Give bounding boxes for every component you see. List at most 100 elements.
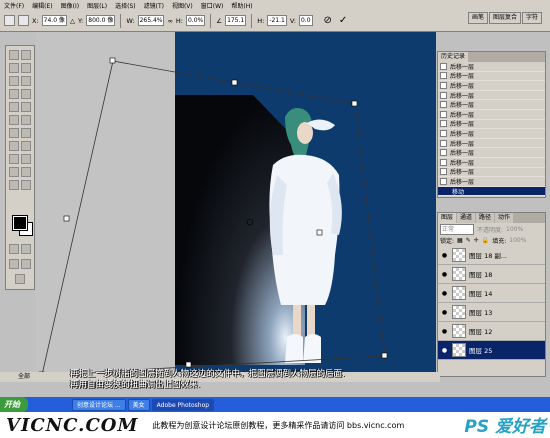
history-item[interactable]: 后移一层 — [438, 148, 545, 158]
history-checkbox[interactable] — [440, 139, 447, 147]
fill-label: 填充: — [492, 238, 507, 245]
history-item[interactable]: 后移一层 — [438, 158, 545, 168]
layer-thumbnail — [452, 286, 466, 300]
layer-row[interactable]: ● 图层 13 — [438, 303, 545, 322]
history-checkbox[interactable] — [440, 110, 447, 118]
fill-value[interactable]: 100% — [509, 237, 526, 244]
blur-tool-icon[interactable] — [9, 128, 19, 138]
history-item-label: 后移一层 — [450, 178, 475, 186]
brush-tool-icon[interactable] — [21, 89, 31, 99]
opacity-value[interactable]: 100% — [506, 226, 523, 233]
layers-blend-row: 正常 不透明度: 100% — [438, 223, 545, 235]
history-item[interactable]: 后移一层 — [438, 100, 545, 110]
zoom-tool-icon[interactable] — [21, 180, 31, 190]
layer-row[interactable]: ● 图层 18 副... — [438, 246, 545, 265]
layers-lock-row: 锁定: ▦ ✎ ✛ 🔒 填充: 100% — [438, 235, 545, 246]
pen-tool-icon[interactable] — [9, 154, 19, 164]
history-checkbox[interactable] — [440, 81, 447, 89]
eye-icon[interactable]: ● — [440, 290, 449, 297]
tab-channels[interactable]: 通道 — [457, 213, 476, 223]
history-item[interactable]: 后移一层 — [438, 120, 545, 130]
eraser-tool-icon[interactable] — [9, 115, 19, 125]
history-list: 后移一层 后移一层 后移一层 后移一层 后移一层 后移一层 后移一层 后移一层 后移一层 后移一层… — [438, 62, 545, 197]
layer-row[interactable]: ● 图层 14 — [438, 284, 545, 303]
history-item[interactable]: 后移一层 — [438, 129, 545, 139]
history-item[interactable]: 后移一层 — [438, 177, 545, 187]
eye-icon[interactable]: ● — [440, 252, 449, 259]
screen-mode-icon[interactable] — [9, 259, 19, 269]
history-checkbox[interactable] — [440, 91, 447, 99]
dodge-tool-icon[interactable] — [21, 128, 31, 138]
layer-row-selected[interactable]: ● 图层 25 — [438, 341, 545, 360]
blend-mode-select[interactable]: 正常 — [440, 223, 474, 235]
layer-row[interactable]: ● 图层 12 — [438, 322, 545, 341]
tutorial-footer: VICNC.COM 此教程为创意设计论坛原创教程，更多精采作品请访问 bbs.v… — [0, 412, 550, 438]
history-brush-icon[interactable] — [21, 102, 31, 112]
standard-mode-icon[interactable] — [9, 244, 19, 254]
eye-icon[interactable]: ● — [440, 271, 449, 278]
status-mode[interactable]: 全部 — [18, 373, 30, 380]
tab-actions[interactable]: 动作 — [495, 213, 514, 223]
eyedropper-tool-icon[interactable] — [21, 167, 31, 177]
history-item-selected[interactable]: 移动 — [438, 186, 545, 197]
tab-history[interactable]: 历史记录 — [438, 52, 469, 62]
type-tool-icon[interactable] — [21, 141, 31, 151]
lock-all-icon[interactable]: 🔒 — [482, 237, 489, 244]
history-checkbox[interactable] — [440, 101, 447, 109]
history-item[interactable]: 后移一层 — [438, 168, 545, 178]
foreground-color-swatch[interactable] — [12, 215, 28, 231]
taskbar-item-forum[interactable]: 创意设计论坛 ... — [72, 398, 126, 411]
history-checkbox[interactable] — [440, 177, 447, 185]
eye-icon[interactable]: ● — [440, 309, 449, 316]
lock-brush-icon[interactable]: ✎ — [466, 237, 471, 244]
marquee-tool-icon[interactable] — [9, 50, 19, 60]
taskbar-item-photoshop[interactable]: Adobe Photoshop — [151, 398, 215, 411]
history-checkbox[interactable] — [440, 62, 447, 70]
fullscreen-mode-icon[interactable] — [21, 259, 31, 269]
notes-tool-icon[interactable] — [9, 167, 19, 177]
history-item[interactable]: 后移一层 — [438, 139, 545, 149]
healing-brush-icon[interactable] — [9, 89, 19, 99]
history-item[interactable]: 后移一层 — [438, 91, 545, 101]
history-checkbox[interactable] — [440, 149, 447, 157]
tab-layers[interactable]: 图层 — [438, 213, 457, 223]
lock-transparency-icon[interactable]: ▦ — [457, 237, 463, 244]
eye-icon[interactable]: ● — [440, 328, 449, 335]
tab-paths[interactable]: 路径 — [476, 213, 495, 223]
gradient-tool-icon[interactable] — [21, 115, 31, 125]
opacity-label: 不透明度: — [477, 226, 504, 234]
lasso-tool-icon[interactable] — [9, 63, 19, 73]
path-select-icon[interactable] — [9, 141, 19, 151]
history-item[interactable]: 后移一层 — [438, 62, 545, 72]
shape-tool-icon[interactable] — [21, 154, 31, 164]
history-checkbox[interactable] — [440, 158, 447, 166]
history-item-label: 后移一层 — [450, 63, 475, 71]
layer-thumbnail — [452, 248, 466, 262]
eye-icon[interactable]: ● — [440, 347, 449, 354]
history-item-label: 后移一层 — [450, 121, 475, 129]
layers-panel-tabs: 图层 通道 路径 动作 — [438, 213, 545, 223]
magic-wand-tool-icon[interactable] — [21, 63, 31, 73]
history-panel-tabs: 历史记录 — [438, 52, 545, 62]
taskbar-item-folder[interactable]: 美女 — [127, 398, 150, 411]
slice-tool-icon[interactable] — [21, 76, 31, 86]
history-item[interactable]: 后移一层 — [438, 72, 545, 82]
clone-stamp-icon[interactable] — [9, 102, 19, 112]
move-tool-icon[interactable] — [21, 50, 31, 60]
history-checkbox[interactable] — [440, 72, 447, 80]
history-checkbox[interactable] — [440, 129, 447, 137]
layer-name: 图层 18 — [469, 271, 493, 279]
caption-line-1: 再把上一步树脂的图层拖到人物这边的文件中，把图层调到人物层的后面. — [70, 369, 345, 379]
start-button[interactable]: 开始 — [0, 397, 28, 412]
history-item[interactable]: 后移一层 — [438, 110, 545, 120]
jump-to-imageready-icon[interactable] — [15, 274, 25, 284]
hand-tool-icon[interactable] — [9, 180, 19, 190]
lock-move-icon[interactable]: ✛ — [474, 237, 479, 244]
tutorial-caption: 再把上一步树脂的图层拖到人物这边的文件中，把图层调到人物层的后面. 再用自由变换… — [70, 369, 345, 391]
layer-row[interactable]: ● 图层 18 — [438, 265, 545, 284]
quick-mask-icon[interactable] — [21, 244, 31, 254]
history-item[interactable]: 后移一层 — [438, 81, 545, 91]
history-checkbox[interactable] — [440, 168, 447, 176]
history-checkbox[interactable] — [440, 120, 447, 128]
crop-tool-icon[interactable] — [9, 76, 19, 86]
